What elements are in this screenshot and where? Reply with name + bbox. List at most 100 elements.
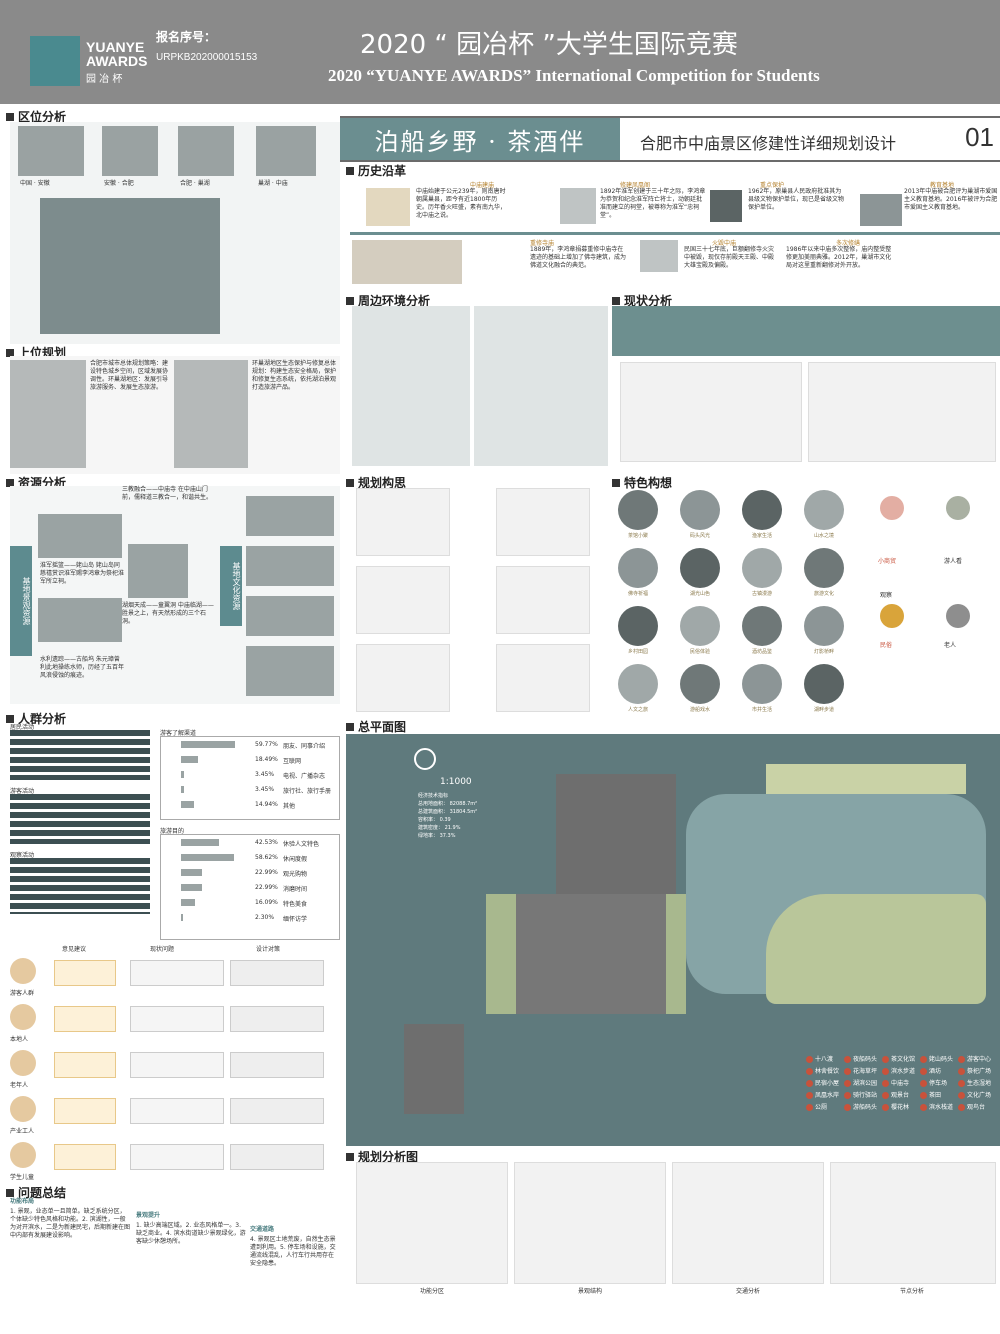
bar-2: [181, 771, 185, 778]
plan-legend-item: 滨水步道: [882, 1066, 915, 1075]
feature-circle-label: 游船戏水: [689, 707, 710, 713]
map-caption-2: 安徽 · 合肥: [104, 180, 134, 187]
persona-box: [54, 1098, 116, 1124]
person-icon-2: [946, 496, 970, 520]
analysis-caption-4: 节点分析: [900, 1288, 925, 1295]
legend-dot-icon: [882, 1056, 889, 1063]
plan-legend-item: 酒坊: [920, 1066, 941, 1075]
legend-dot-icon: [844, 1104, 851, 1111]
problem-col2-text: 1. 缺少高端区域。2. 业态风格单一。3. 缺乏商业。4. 滨水街道缺少景观绿…: [136, 1222, 246, 1245]
resource-photo-5: [246, 546, 334, 586]
upper-plan-panel: 合肥市城市总体规划策略：建设特色城乡空间，区域发展协调性。环巢湖地区：发展引导旅…: [10, 356, 340, 474]
legend-text: 夜船码头: [853, 1056, 878, 1063]
upper-plan-map-1: [10, 360, 86, 468]
plan-legend-item: 民宿小屋: [806, 1078, 839, 1087]
legend-text: 民宿小屋: [815, 1080, 840, 1087]
legend-dot-icon: [958, 1104, 965, 1111]
plan-legend-item: 骑行驿站: [844, 1090, 877, 1099]
bar-5: [181, 914, 184, 921]
problem-col3-text: 4. 景观区土地荒废，自然生态景遭到利用。5. 停车场和设施，交通流线混乱，人行…: [250, 1236, 336, 1267]
feature-photo-circle: [804, 490, 844, 530]
bar-pct-0: 42.53%: [255, 839, 278, 846]
plan-legend-item: 祭祀广场: [958, 1066, 991, 1075]
legend-text: 林舍餐饮: [815, 1068, 840, 1075]
history-text-2: 1892年淮军创建于三十年之际，李鸿章为恭贺和纪念淮军阵亡将士，动朝廷批准而建立…: [600, 188, 706, 219]
scale-label: 1:1000: [440, 777, 472, 787]
legend-dot-icon: [958, 1092, 965, 1099]
location-panel: 中国 · 安徽 安徽 · 合肥 合肥 · 巢湖 巢湖 · 中庙: [10, 122, 340, 344]
sheet-number: 01: [965, 122, 994, 152]
feature-circle-label: 旅游文化: [813, 591, 834, 597]
econ-row-5: 绿地率： 37.3%: [418, 833, 456, 839]
resource-photo-6: [246, 596, 334, 636]
legend-text: 花海草坪: [853, 1068, 878, 1075]
feature-photo-circle: [680, 606, 720, 646]
analysis-map-2: [514, 1162, 666, 1284]
feature-circle-label: 乡村田园: [627, 649, 648, 655]
feature-photo-circle: [742, 490, 782, 530]
plan-legend-item: 停车场: [920, 1078, 947, 1087]
persona-box: [54, 1006, 116, 1032]
legend-text: 游客中心: [967, 1056, 992, 1063]
plan-legend-item: 夜船码头: [844, 1054, 877, 1063]
econ-row-4: 建筑密度： 21.9%: [418, 825, 461, 831]
legend-dot-icon: [806, 1104, 813, 1111]
feature-label-3: 观察: [880, 592, 893, 599]
idea-map-6: [496, 644, 590, 712]
green-peninsula: [766, 894, 986, 1004]
history-text-5: 1986年以来中庙多次整修，庙内整受整修更加美丽典雅。2012年，巢湖市文化局对…: [786, 246, 892, 269]
yuanye-logo-icon: [30, 36, 80, 86]
bar-4: [181, 899, 196, 906]
econ-table: 经济技术指标 总用地面积： 82088.7m² 总建筑面积： 31804.5m²…: [418, 792, 477, 840]
persona-avatar-icon: [10, 958, 36, 984]
plan-legend-item: 观景台: [882, 1090, 909, 1099]
resident-table: [10, 730, 150, 780]
legend-dot-icon: [882, 1068, 889, 1075]
legend-dot-icon: [806, 1068, 813, 1075]
section-title-history: 历史沿革: [346, 162, 406, 179]
feature-photo-circle: [742, 548, 782, 588]
legend-text: 茶田: [929, 1092, 942, 1099]
building-cluster-center: [516, 894, 666, 1014]
econ-title: 经济技术指标: [418, 793, 449, 799]
bar-pct-1: 58.62%: [255, 854, 278, 861]
visit-table: [10, 858, 150, 914]
project-banner: 泊船乡野 · 茶酒伴 合肥市中庙景区修建性详细规划设计 01: [340, 116, 1000, 162]
legend-dot-icon: [920, 1104, 927, 1111]
feature-circle-label: 酒坊品鉴: [751, 649, 772, 655]
analysis-caption-2: 景观结构: [578, 1288, 603, 1295]
legend-dot-icon: [844, 1056, 851, 1063]
bar-label-2: 观光购物: [283, 871, 308, 878]
crowd-panel: 居民活动 游客活动 观察活动 游客了解渠道 59.77% 朋友、同事介绍 18.49…: [10, 722, 340, 944]
resource-text-4: 水利遗踪——古船坞 朱元璋曾利此地操练水师，历经了五百年风浪侵蚀的痕迹。: [40, 656, 125, 679]
building-south: [404, 1024, 464, 1114]
bar-label-1: 互联网: [283, 758, 302, 765]
bar-pct-3: 22.99%: [255, 884, 278, 891]
legend-text: 中庙寺: [891, 1080, 910, 1087]
legend-text: 姥山码头: [929, 1056, 954, 1063]
hefei-map: [178, 126, 234, 176]
bar-pct-1: 18.49%: [255, 756, 278, 763]
legend-text: 酒坊: [929, 1068, 942, 1075]
plan-legend-item: 林舍餐饮: [806, 1066, 839, 1075]
persona-box: [54, 1052, 116, 1078]
upper-plan-text-1: 合肥市城市总体规划策略：建设特色城乡空间，区域发展协调性。环巢湖地区：发展引导旅…: [90, 360, 169, 391]
persona-box: [230, 1144, 324, 1170]
history-text-6: 2013年中庙被合肥评为巢湖市爱国主义教育基地。2016年被评为合肥市爱国主义教…: [904, 188, 998, 211]
bar-pct-5: 2.30%: [255, 914, 275, 921]
feature-circle-label: 民俗体验: [689, 649, 710, 655]
history-photo-3: [640, 240, 678, 272]
persona-box: [230, 1006, 324, 1032]
legend-text: 文化广场: [967, 1092, 992, 1099]
legend-dot-icon: [882, 1104, 889, 1111]
problem-col2-title: 景观提升: [136, 1212, 161, 1219]
history-timeline: [350, 232, 1000, 235]
map-caption-1: 中国 · 安徽: [20, 180, 50, 187]
legend-dot-icon: [844, 1068, 851, 1075]
bar-pct-2: 3.45%: [255, 771, 275, 778]
history-illustration: [352, 240, 462, 284]
north-arrow-icon: [414, 748, 436, 770]
problem-col3-title: 交通道路: [250, 1226, 275, 1233]
plan-legend-item: 樱花林: [882, 1102, 909, 1111]
plan-legend-item: 公厕: [806, 1102, 827, 1111]
